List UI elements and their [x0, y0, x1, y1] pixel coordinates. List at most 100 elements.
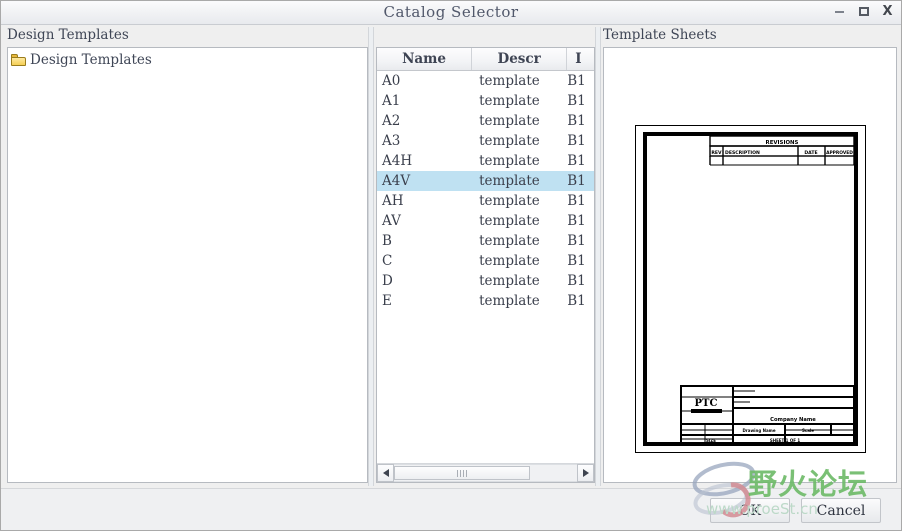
cell-name: A4H: [382, 153, 413, 169]
scroll-left-button[interactable]: [377, 464, 394, 482]
scroll-right-button[interactable]: [577, 464, 594, 482]
cell-descr: template: [479, 293, 540, 309]
template-sheets-label: Template Sheets: [603, 27, 717, 43]
table-row[interactable]: A0 template B1: [377, 71, 594, 91]
drawing-sheet-svg: REVISIONS REV DESCRIPTION DATE APPROVED: [634, 124, 867, 454]
grip-line: [460, 469, 461, 477]
table-row[interactable]: Etemplate B1: [377, 291, 594, 311]
ok-button[interactable]: OK: [710, 498, 790, 523]
cell-id: B1: [567, 253, 586, 269]
svg-text:REVISIONS: REVISIONS: [766, 140, 799, 146]
cell-name: C: [382, 253, 393, 269]
svg-text:Scale: Scale: [802, 428, 814, 433]
cell-name: B: [382, 233, 392, 249]
splitter-left[interactable]: [368, 27, 374, 486]
tree-item-design-templates[interactable]: Design Templates: [8, 50, 367, 70]
list-header-row: Name Descr I: [377, 48, 594, 71]
table-row[interactable]: A4H template B1: [377, 151, 594, 171]
close-button[interactable]: X: [880, 4, 895, 19]
window-title: Catalog Selector: [383, 3, 519, 21]
cell-name: E: [382, 293, 392, 309]
minimize-button[interactable]: [832, 4, 847, 19]
cancel-button[interactable]: Cancel: [801, 498, 881, 523]
column-header-descr[interactable]: Descr: [472, 48, 568, 70]
design-templates-panel: Design Templates Design Templates: [7, 27, 368, 486]
drawing-sheet-preview: REVISIONS REV DESCRIPTION DATE APPROVED: [634, 124, 867, 454]
dialog-footer: OK Cancel: [1, 488, 901, 530]
scroll-left-icon: [382, 469, 389, 477]
splitter-right[interactable]: [595, 27, 601, 486]
cell-id: B1: [567, 113, 586, 129]
scrollbar-track[interactable]: [394, 464, 577, 482]
grip-line: [466, 469, 467, 477]
template-sheets-preview[interactable]: REVISIONS REV DESCRIPTION DATE APPROVED: [603, 47, 897, 483]
cell-id: B1: [567, 293, 586, 309]
table-row[interactable]: AH template B1: [377, 191, 594, 211]
svg-text:Company Name: Company Name: [770, 417, 816, 423]
table-row[interactable]: A3 template B1: [377, 131, 594, 151]
svg-text:DESCRIPTION: DESCRIPTION: [725, 150, 760, 156]
scrollbar-thumb[interactable]: [394, 466, 530, 480]
template-list[interactable]: Name Descr I A0 template B1 A1 template B1 A2 t…: [376, 47, 595, 483]
svg-text:SIZE: SIZE: [706, 438, 716, 443]
cell-name: A4V: [382, 173, 411, 189]
template-list-panel: Name Descr I A0 template B1 A1 template B1 A2 t…: [376, 27, 595, 486]
cell-descr: template: [479, 213, 540, 229]
cell-name: AH: [382, 193, 404, 209]
cell-id: B1: [567, 193, 586, 209]
cell-descr: template: [479, 193, 540, 209]
table-row[interactable]: Dtemplate B1: [377, 271, 594, 291]
grip-line: [463, 469, 464, 477]
horizontal-scrollbar[interactable]: [377, 463, 594, 482]
svg-text:DATE: DATE: [804, 150, 817, 156]
cell-id: B1: [567, 153, 586, 169]
maximize-button[interactable]: [856, 4, 871, 19]
grip-line: [457, 469, 458, 477]
cell-id: B1: [567, 73, 586, 89]
maximize-icon: [858, 7, 869, 16]
cell-id: B1: [567, 173, 586, 189]
cell-descr: template: [479, 173, 540, 189]
cell-descr: template: [479, 73, 540, 89]
cell-id: B1: [567, 273, 586, 289]
cell-descr: template: [479, 93, 540, 109]
cell-descr: template: [479, 133, 540, 149]
dialog-body: Design Templates Design Templates Name D…: [1, 25, 901, 488]
cell-name: A0: [382, 73, 401, 89]
cell-descr: template: [479, 253, 540, 269]
column-header-name[interactable]: Name: [377, 48, 473, 70]
svg-text:REV: REV: [711, 150, 722, 156]
template-list-label: [376, 27, 595, 43]
table-row[interactable]: AV template B1: [377, 211, 594, 231]
svg-text:PTC: PTC: [695, 398, 718, 409]
cell-descr: template: [479, 113, 540, 129]
table-row[interactable]: A2 template B1: [377, 111, 594, 131]
close-icon: X: [882, 4, 893, 19]
svg-text:APPROVED: APPROVED: [826, 150, 853, 156]
column-header-id[interactable]: I: [567, 48, 594, 70]
design-templates-tree[interactable]: Design Templates: [7, 47, 368, 483]
title-bar: Catalog Selector X: [1, 1, 901, 25]
minimize-icon: [835, 10, 844, 13]
cell-id: B1: [567, 93, 586, 109]
cell-name: AV: [382, 213, 401, 229]
cell-name: D: [382, 273, 393, 289]
tree-item-label: Design Templates: [30, 52, 152, 68]
cell-name: A3: [382, 133, 401, 149]
cell-id: B1: [567, 233, 586, 249]
cell-name: A2: [382, 113, 401, 129]
table-row[interactable]: A4V template B1: [377, 171, 594, 191]
list-rows: A0 template B1 A1 template B1 A2 template B1 A3 te…: [377, 71, 594, 463]
design-templates-label: Design Templates: [7, 27, 129, 43]
window-controls: X: [832, 4, 895, 19]
scroll-right-icon: [582, 469, 589, 477]
table-row[interactable]: Ctemplate B1: [377, 251, 594, 271]
cell-descr: template: [479, 233, 540, 249]
cell-descr: template: [479, 273, 540, 289]
folder-icon: [11, 54, 26, 66]
cell-id: B1: [567, 133, 586, 149]
table-row[interactable]: A1 template B1: [377, 91, 594, 111]
svg-text:Drawing Name: Drawing Name: [742, 428, 775, 433]
table-row[interactable]: Btemplate B1: [377, 231, 594, 251]
cell-descr: template: [479, 153, 540, 169]
